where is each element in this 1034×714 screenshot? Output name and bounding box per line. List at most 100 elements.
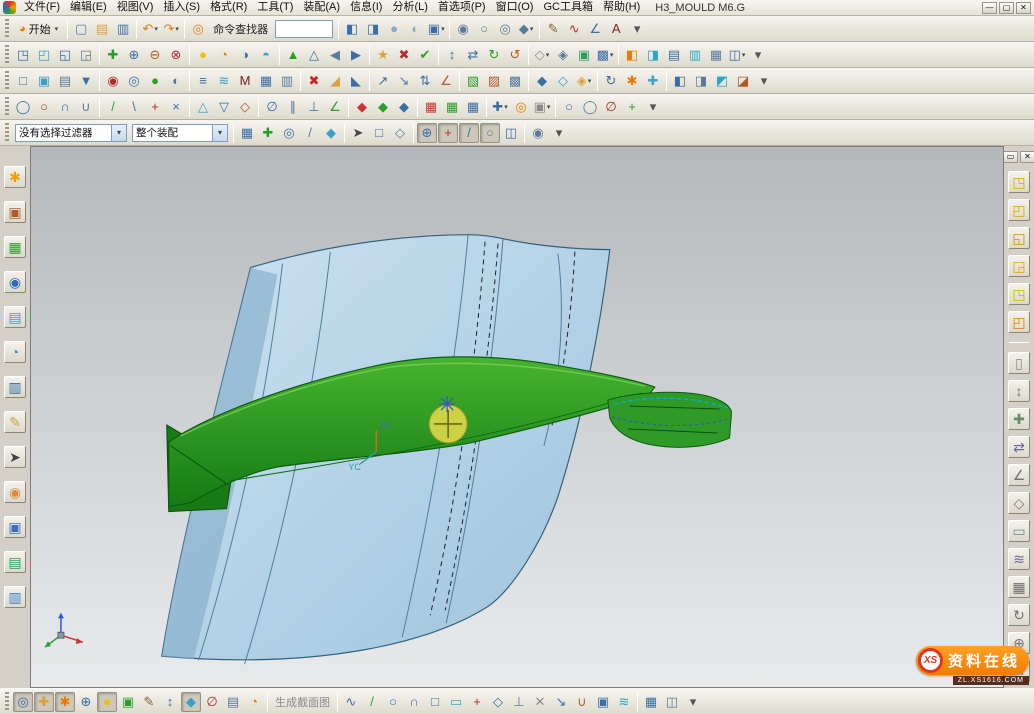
toolbar-icon[interactable]: ◢ — [325, 71, 345, 91]
toolbar-icon[interactable]: ▦ — [706, 45, 726, 65]
toolbar-icon[interactable]: ✚ — [1008, 408, 1030, 430]
toolbar-icon[interactable]: □ — [425, 692, 445, 712]
toolbar-icon[interactable]: ⊕ — [124, 45, 144, 65]
toolbar-icon[interactable]: ◫ — [662, 692, 682, 712]
toolbar-icon[interactable]: ▣▾ — [532, 97, 552, 117]
toolbar-icon[interactable]: ◲ — [76, 45, 96, 65]
toolbar-icon[interactable]: ◈ — [553, 45, 573, 65]
toolbar-icon[interactable]: ◣ — [346, 71, 366, 91]
toolbar-icon[interactable]: □ — [369, 123, 389, 143]
menu-assemblies[interactable]: 装配(A) — [298, 0, 345, 16]
toolbar-icon[interactable]: ▣ — [118, 692, 138, 712]
point-icon[interactable]: + — [145, 97, 165, 117]
toolbar-icon[interactable]: □ — [13, 71, 33, 91]
toolbar-icon[interactable]: ◨ — [363, 19, 383, 39]
toolbar-icon[interactable]: ◓ — [256, 45, 276, 65]
toolbar-icon[interactable]: ◈▾ — [574, 71, 594, 91]
toolbar-icon[interactable]: ◩ — [712, 71, 732, 91]
material-icon[interactable]: M — [235, 71, 255, 91]
toolbar-overflow-icon[interactable]: ▾ — [748, 45, 768, 65]
toolbar-icon[interactable]: + — [467, 692, 487, 712]
toolbar-icon[interactable]: ▤ — [55, 71, 75, 91]
toolbar-icon[interactable]: ◧ — [670, 71, 690, 91]
toolbar-icon[interactable]: ◪ — [733, 71, 753, 91]
arc-icon[interactable]: ∩ — [55, 97, 75, 117]
toolbar-icon[interactable]: ⊕ — [76, 692, 96, 712]
assembly-navigator-icon[interactable]: ▦ — [4, 236, 26, 258]
menu-help[interactable]: 帮助(H) — [598, 0, 645, 16]
toolbar-icon[interactable]: ∠ — [325, 97, 345, 117]
toolbar-icon[interactable]: ◉ — [528, 123, 548, 143]
toolbar-icon[interactable]: ○ — [34, 97, 54, 117]
toolbar-icon[interactable]: ✚ — [643, 71, 663, 91]
toolbar-icon[interactable]: △ — [193, 97, 213, 117]
part-navigator-icon[interactable]: ▤ — [4, 306, 26, 328]
toolbar-icon[interactable]: ↕ — [442, 45, 462, 65]
sphere-icon[interactable]: ● — [384, 19, 404, 39]
toolbar-icon[interactable]: ▯ — [1008, 352, 1030, 374]
toolbar-icon[interactable]: ◲ — [1008, 255, 1030, 277]
toolbar-icon[interactable]: ◎ — [124, 71, 144, 91]
toolbar-icon[interactable]: ⊥ — [509, 692, 529, 712]
redo-icon[interactable]: ↷▾ — [161, 19, 181, 39]
toolbar-icon[interactable]: ↻ — [1008, 604, 1030, 626]
selection-ball[interactable] — [429, 405, 467, 443]
menu-information[interactable]: 信息(I) — [345, 0, 387, 16]
graphics-window[interactable]: ZC YC — [30, 146, 1004, 688]
toolbar-icon[interactable]: ⊕ — [417, 123, 437, 143]
toolbar-icon[interactable]: ▦ — [442, 97, 462, 117]
toolbar-icon[interactable]: / — [459, 123, 479, 143]
toolbar-icon[interactable]: ▣ — [593, 692, 613, 712]
toolbar-icon[interactable]: ≡ — [193, 71, 213, 91]
toolbar-overflow-icon[interactable]: ▾ — [683, 692, 703, 712]
toolbar-icon[interactable]: ◆ — [394, 97, 414, 117]
manufacturing-wizard-icon[interactable]: ▤ — [4, 551, 26, 573]
circle-icon[interactable]: ◯ — [13, 97, 33, 117]
save-icon[interactable]: ▥ — [113, 19, 133, 39]
toolbar-icon[interactable]: ◀ — [325, 45, 345, 65]
undo-icon[interactable]: ↶▾ — [140, 19, 160, 39]
toolbar-icon[interactable]: ▭ — [446, 692, 466, 712]
toolbar-icon[interactable]: △ — [304, 45, 324, 65]
grid-icon[interactable]: ▦ — [421, 97, 441, 117]
selection-filter-combo[interactable]: 没有选择过滤器▾ — [15, 124, 127, 142]
toolbar-icon[interactable]: ≋ — [214, 71, 234, 91]
toolbar-icon[interactable]: ◧ — [622, 45, 642, 65]
toolbar-grip[interactable] — [5, 71, 9, 91]
wireframe-view-icon[interactable]: ○ — [474, 19, 494, 39]
roles-icon[interactable]: ✱ — [4, 166, 26, 188]
spline-icon[interactable]: ∿ — [564, 19, 584, 39]
toolbar-icon[interactable]: ▦ — [237, 123, 257, 143]
toolbar-icon[interactable]: ⇄ — [463, 45, 483, 65]
cursor-icon[interactable]: ➤ — [348, 123, 368, 143]
toolbar-overflow-icon[interactable]: ▾ — [754, 71, 774, 91]
toolbar-icon[interactable]: / — [300, 123, 320, 143]
toolbar-icon[interactable]: ◎ — [495, 19, 515, 39]
toolbar-icon[interactable]: ✎ — [139, 692, 159, 712]
toolbar-icon[interactable]: ▦ — [463, 97, 483, 117]
constraint-navigator-icon[interactable]: ◉ — [4, 271, 26, 293]
snap-point-icon[interactable]: ◎ — [13, 692, 33, 712]
toolbar-icon[interactable]: ⇄ — [1008, 436, 1030, 458]
minimize-button[interactable]: — — [982, 2, 997, 14]
window-split-icon[interactable]: ◧ — [342, 19, 362, 39]
window-icon[interactable]: ▣▾ — [426, 19, 446, 39]
toolbar-icon[interactable]: ◆ — [321, 123, 341, 143]
toolbar-icon[interactable]: ✱ — [622, 71, 642, 91]
toolbar-icon[interactable]: ◎ — [511, 97, 531, 117]
toolbar-icon[interactable]: ✚ — [103, 45, 123, 65]
menu-insert[interactable]: 插入(S) — [158, 0, 205, 16]
toolbar-icon[interactable]: ▥ — [685, 45, 705, 65]
toolbar-icon[interactable]: ▣ — [574, 45, 594, 65]
hd3d-tools-icon[interactable]: ▥ — [4, 376, 26, 398]
delete-icon[interactable]: ✖ — [304, 71, 324, 91]
toolbar-overflow-icon[interactable]: ▾ — [627, 19, 647, 39]
toolbar-icon[interactable]: ▤ — [664, 45, 684, 65]
toolbar-icon[interactable]: ◆ — [532, 71, 552, 91]
toolbar-icon[interactable]: ◆ — [352, 97, 372, 117]
menu-format[interactable]: 格式(R) — [205, 0, 252, 16]
toolbar-icon[interactable]: ⊗ — [166, 45, 186, 65]
toolbar-icon[interactable]: ◇▾ — [532, 45, 552, 65]
toolbar-icon[interactable]: ◇ — [1008, 492, 1030, 514]
diameter-icon[interactable]: ∅ — [262, 97, 282, 117]
